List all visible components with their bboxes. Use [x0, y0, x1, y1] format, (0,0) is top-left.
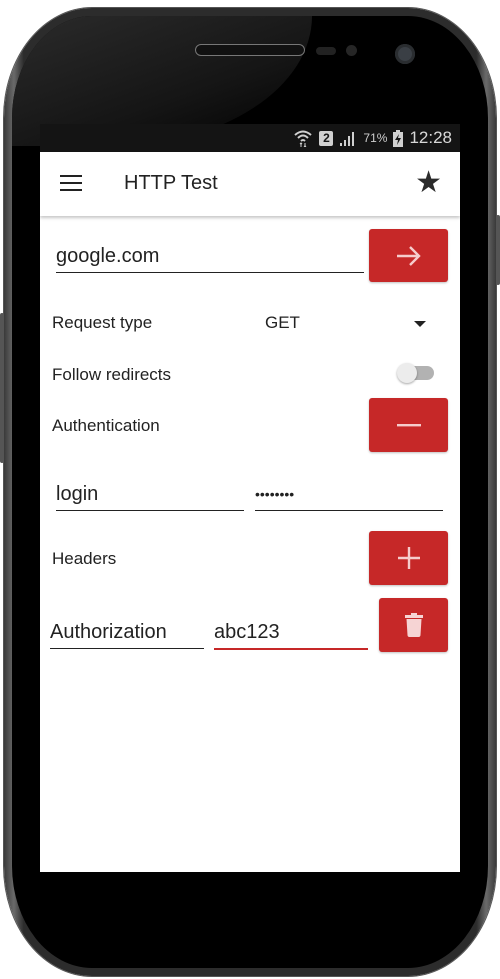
- url-input[interactable]: google.com: [56, 230, 364, 273]
- volume-button: [0, 313, 4, 463]
- proximity-sensor: [316, 47, 336, 55]
- signal-icon: [340, 132, 355, 146]
- power-button: [496, 215, 500, 285]
- follow-redirects-label: Follow redirects: [52, 365, 172, 384]
- front-camera: [395, 44, 415, 64]
- login-input[interactable]: login: [56, 468, 244, 511]
- battery-charging-icon: [393, 129, 404, 147]
- sim-icon: 2: [319, 130, 334, 146]
- request-type-value: GET: [265, 313, 300, 332]
- light-sensor: [346, 45, 357, 56]
- app-toolbar: HTTP Test ★: [40, 152, 460, 216]
- request-type-label: Request type: [52, 313, 153, 332]
- wifi-icon: [294, 130, 313, 147]
- chevron-down-icon: [414, 321, 426, 327]
- header-value-input[interactable]: abc123: [214, 606, 368, 650]
- follow-redirects-switch[interactable]: [396, 360, 440, 386]
- authentication-label: Authentication: [52, 416, 160, 435]
- password-input[interactable]: ••••••••: [255, 468, 443, 511]
- switch-thumb: [397, 363, 417, 383]
- status-time: 12:28: [409, 128, 452, 147]
- battery-percent: 71%: [363, 131, 388, 145]
- add-header-button[interactable]: [369, 531, 448, 585]
- page-title: HTTP Test: [124, 172, 218, 194]
- minus-icon: [396, 424, 421, 427]
- toggle-authentication-button[interactable]: [369, 398, 448, 452]
- earpiece-speaker: [195, 44, 305, 56]
- delete-header-button[interactable]: [379, 598, 448, 652]
- send-request-button[interactable]: [369, 229, 448, 282]
- star-icon[interactable]: ★: [415, 168, 442, 198]
- plus-icon: [397, 547, 420, 569]
- menu-icon[interactable]: [60, 175, 82, 191]
- arrow-right-icon: [396, 245, 421, 266]
- screen: 2 71% 12:28 HTTP Test ★ google.com Reque…: [40, 124, 460, 872]
- request-type-dropdown[interactable]: GET: [260, 306, 450, 338]
- trash-icon: [404, 613, 423, 637]
- headers-label: Headers: [52, 549, 117, 568]
- status-bar: 2 71% 12:28: [40, 124, 460, 152]
- header-name-input[interactable]: Authorization: [50, 606, 204, 649]
